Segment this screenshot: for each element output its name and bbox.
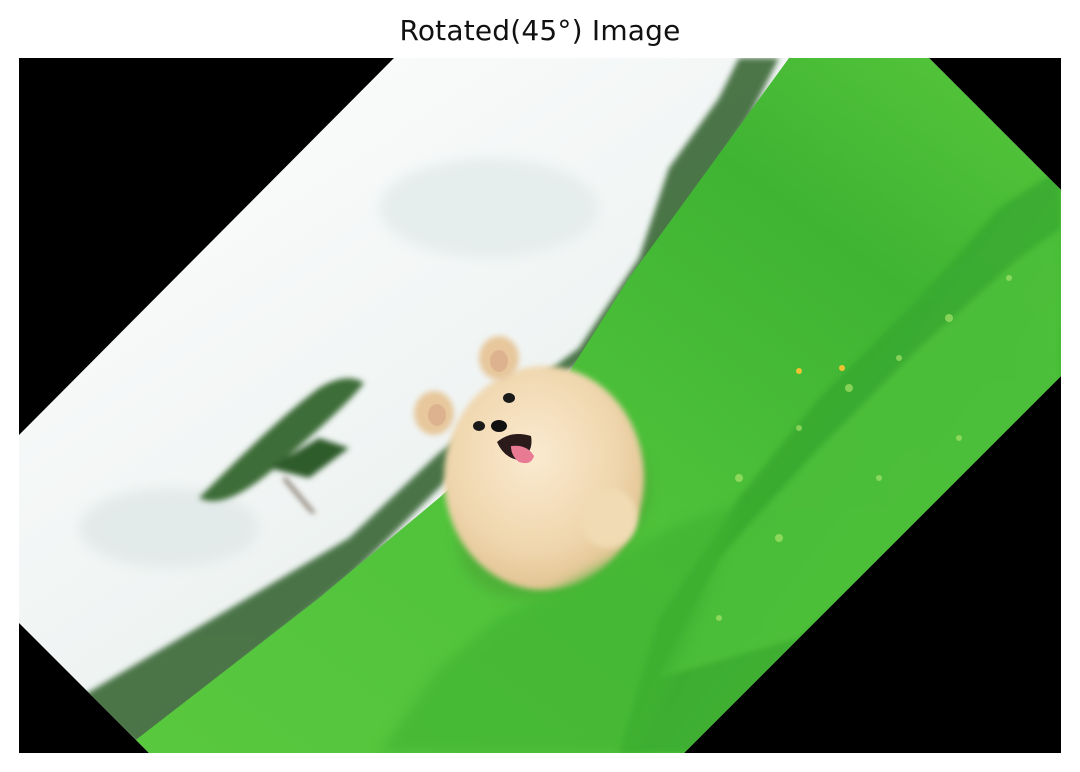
rotated-image bbox=[19, 58, 1061, 753]
figure-title: Rotated(45°) Image bbox=[399, 14, 681, 47]
